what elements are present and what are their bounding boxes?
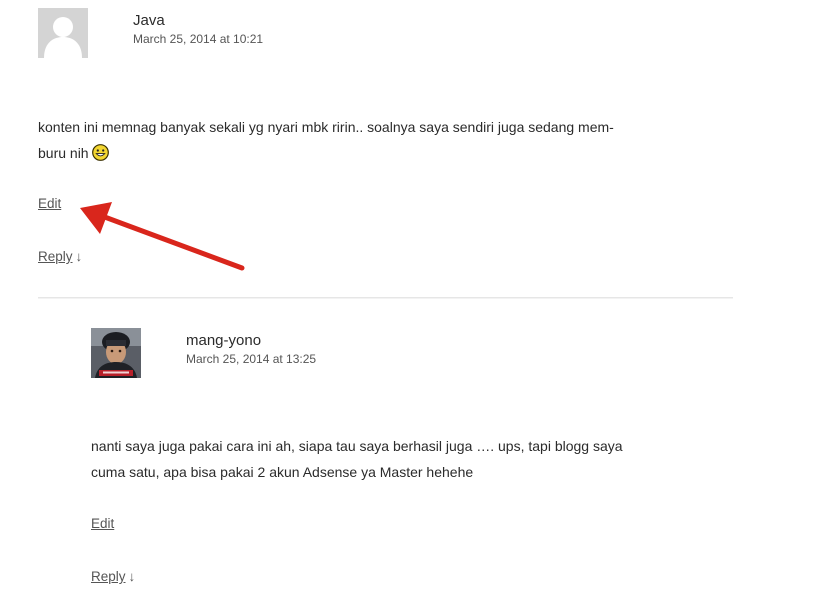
comment-body-line: konten ini memnag banyak sekali yg nyari… <box>38 119 614 135</box>
reply-arrow-icon: ↓ <box>128 569 136 584</box>
reply-label[interactable]: Reply <box>91 569 126 584</box>
comment-meta: Java March 25, 2014 at 10:21 <box>133 12 263 47</box>
edit-link[interactable]: Edit <box>91 516 114 531</box>
smiley-emoji-icon <box>91 143 109 169</box>
annotation-arrow-icon <box>80 202 245 271</box>
comment-date[interactable]: March 25, 2014 at 13:25 <box>186 352 316 367</box>
reply-label[interactable]: Reply <box>38 249 73 264</box>
reply-link[interactable]: Reply ↓ <box>91 569 135 584</box>
comment-date[interactable]: March 25, 2014 at 10:21 <box>133 32 263 47</box>
comment-body-line-2: buru nih <box>38 140 728 169</box>
reply-arrow-icon: ↓ <box>75 249 83 264</box>
reply-link[interactable]: Reply ↓ <box>38 249 82 264</box>
comment-body-text: buru nih <box>38 145 89 161</box>
user-photo-avatar <box>91 328 141 378</box>
comment-divider <box>38 297 733 299</box>
edit-link[interactable]: Edit <box>38 196 61 211</box>
comment-body: konten ini memnag banyak sekali yg nyari… <box>38 114 728 169</box>
comment-body-line-2: cuma satu, apa bisa pakai 2 akun Adsense… <box>91 464 474 480</box>
comment-body-line: nanti saya juga pakai cara ini ah, siapa… <box>91 438 623 454</box>
comment-author[interactable]: mang-yono <box>186 332 316 350</box>
comment-body: nanti saya juga pakai cara ini ah, siapa… <box>91 433 731 485</box>
default-avatar-icon <box>38 8 88 58</box>
comment-author[interactable]: Java <box>133 12 263 30</box>
comment-meta: mang-yono March 25, 2014 at 13:25 <box>186 332 316 367</box>
